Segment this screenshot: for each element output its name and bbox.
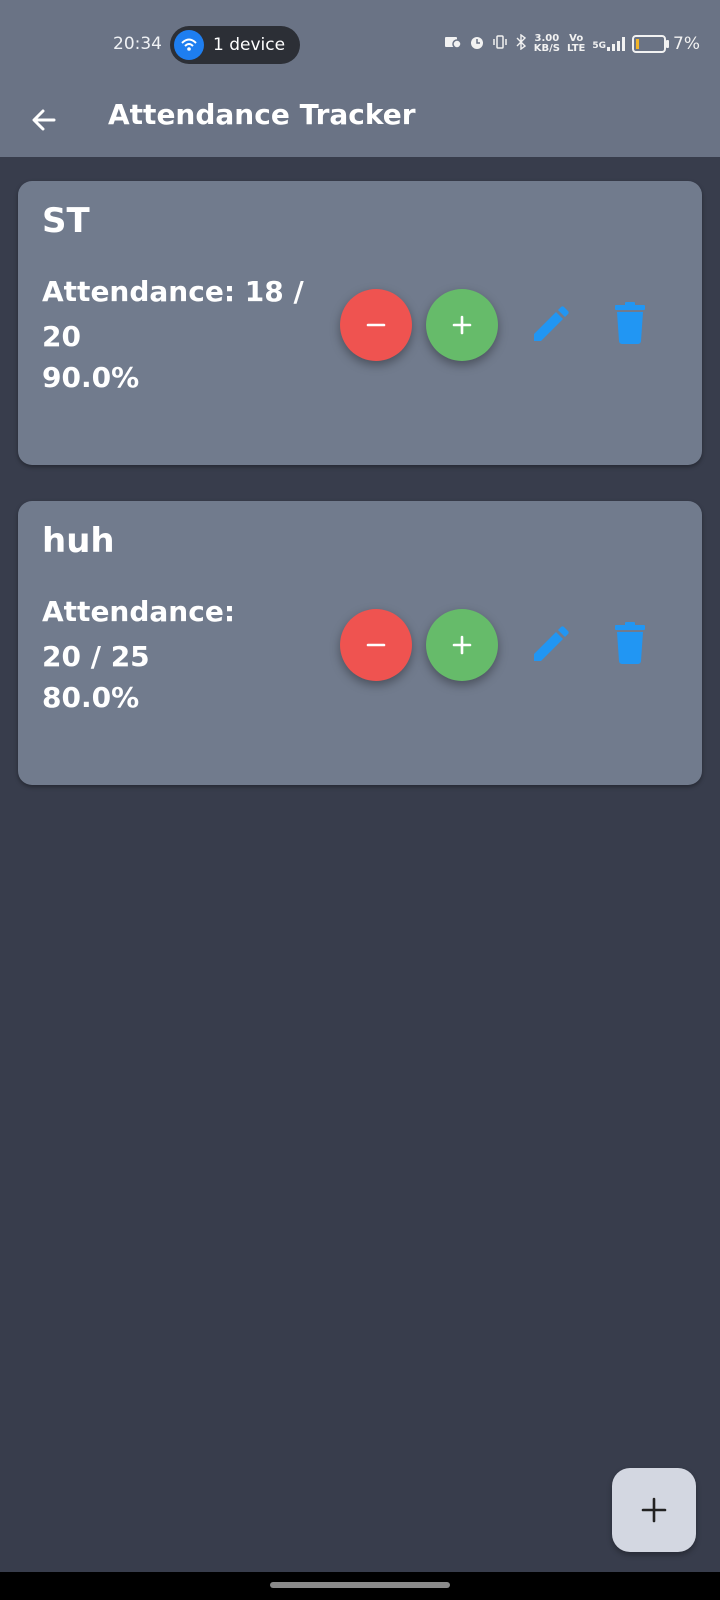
hotspot-indicator[interactable]: 1 device: [170, 26, 300, 64]
minus-icon: [366, 323, 386, 327]
bluetooth-icon: [515, 33, 527, 54]
attendance-percent: 90.0%: [42, 361, 140, 394]
subject-card: ST Attendance: 18 / 20 90.0%: [18, 181, 702, 465]
attendance-count: Attendance: 18 / 20: [42, 275, 304, 353]
edit-button[interactable]: [526, 301, 574, 349]
page-title: Attendance Tracker: [108, 98, 416, 131]
subject-card: huh Attendance: 20 / 25 80.0%: [18, 501, 702, 785]
battery-icon: [632, 35, 670, 53]
plus-icon: [452, 315, 472, 335]
attendance-percent: 80.0%: [42, 681, 140, 714]
alarm-icon: [469, 34, 485, 54]
decrement-button[interactable]: [340, 609, 412, 681]
hotspot-device-count: 1 device: [213, 35, 286, 55]
trash-icon: [615, 622, 645, 664]
plus-icon: [641, 1497, 667, 1523]
back-button[interactable]: [26, 102, 62, 138]
increment-button[interactable]: [426, 609, 498, 681]
arrow-left-icon: [32, 109, 56, 131]
home-gesture-handle[interactable]: [270, 1582, 450, 1588]
hotspot-icon: [174, 30, 204, 60]
signal-icon: 5G: [592, 37, 626, 51]
subject-name: huh: [42, 521, 115, 561]
pencil-icon: [534, 626, 569, 661]
edit-button[interactable]: [526, 621, 574, 669]
network-speed: 3.00 KB/S: [533, 33, 560, 54]
delete-button[interactable]: [606, 299, 654, 347]
battery-percent: 7%: [673, 34, 700, 54]
plus-icon: [452, 635, 472, 655]
volte-indicator: Vo LTE: [566, 33, 586, 54]
vibrate-icon: [492, 34, 508, 54]
status-icons: 3.00 KB/S Vo LTE 5G 7%: [444, 34, 700, 54]
status-time: 20:34: [113, 34, 162, 54]
pencil-icon: [534, 306, 569, 341]
increment-button[interactable]: [426, 289, 498, 361]
navigation-bar: [0, 1572, 720, 1600]
status-bar: 20:34 1 device 3.00 KB/S Vo LTE 5G 7%: [0, 0, 720, 90]
attendance-count: Attendance: 20 / 25: [42, 595, 236, 673]
app-bar: Attendance Tracker: [0, 90, 720, 157]
minus-icon: [366, 643, 386, 647]
trash-icon: [615, 302, 645, 344]
decrement-button[interactable]: [340, 289, 412, 361]
delete-button[interactable]: [606, 619, 654, 667]
add-subject-button[interactable]: [612, 1468, 696, 1552]
cast-icon: [444, 35, 462, 53]
subject-name: ST: [42, 201, 90, 241]
